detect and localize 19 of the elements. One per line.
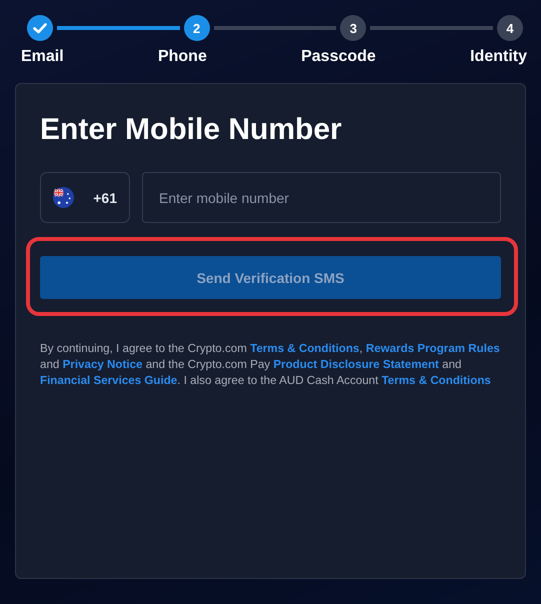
step-label: Phone [158, 47, 207, 67]
phone-number-field[interactable]: Enter mobile number [142, 172, 501, 223]
link[interactable]: Privacy Notice [62, 358, 142, 371]
step-number: 4 [497, 15, 524, 41]
link[interactable]: Terms & Conditions [250, 342, 360, 355]
country-code: +61 [93, 190, 117, 206]
step-label: Identity [470, 47, 527, 67]
link[interactable]: Terms & Conditions [382, 374, 491, 387]
link[interactable]: Rewards Program Rules [366, 342, 500, 355]
legal-text: By continuing, I agree to the Crypto.com Terms & Conditions, Rewards Program Rules and Privacy Notice and the Crypto.com Pay Product Disclosure Statement and Financial Services Guide. I also agree to the AUD Cash Account Terms & Conditions [40, 341, 501, 389]
step-number: 2 [184, 15, 210, 41]
link[interactable]: Financial Services Guide [40, 374, 178, 387]
link[interactable]: Product Disclosure Statement [273, 358, 439, 371]
step-label: Email [21, 47, 64, 67]
flag-icon [53, 187, 74, 208]
step-number: 3 [340, 15, 366, 41]
step-label: Passcode [301, 47, 376, 67]
page-title: Enter Mobile Number [40, 112, 343, 148]
country-code-selector[interactable]: +61 [40, 172, 130, 223]
